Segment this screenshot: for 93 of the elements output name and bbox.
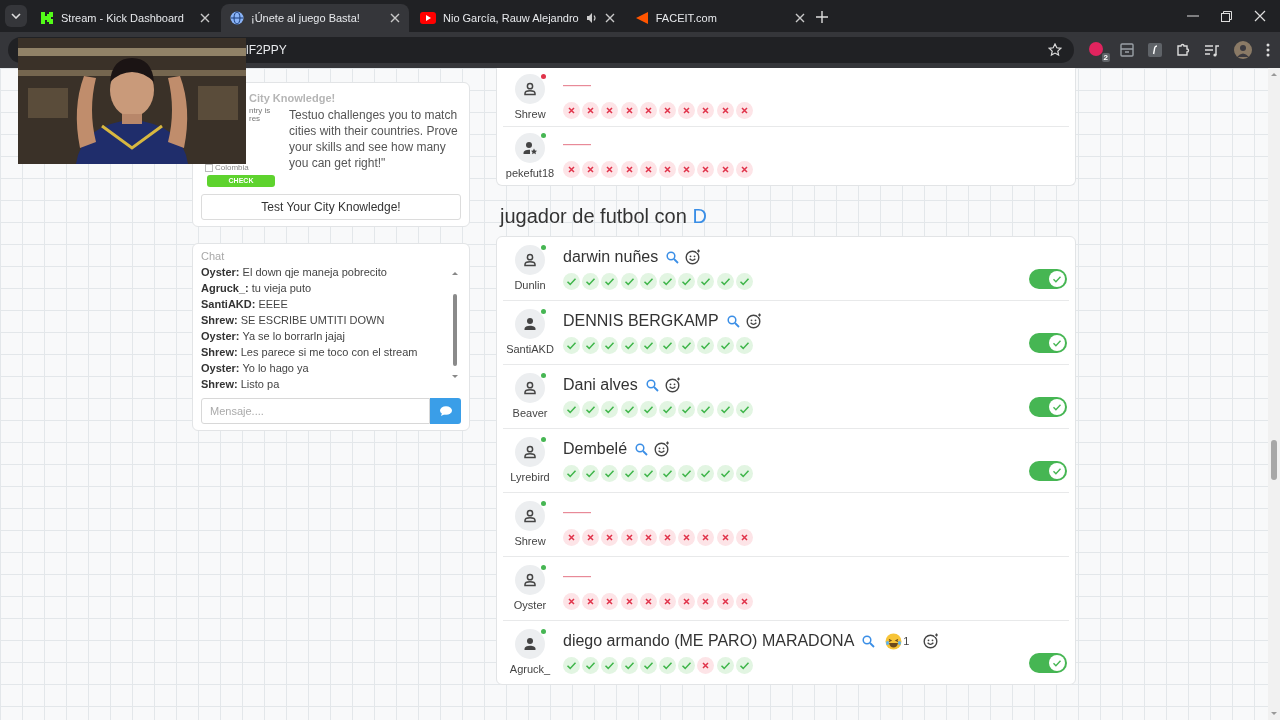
speech-bubble-icon — [439, 406, 452, 416]
category-title: jugador de futbol con — [500, 205, 687, 227]
puzzle-icon[interactable] — [1176, 42, 1191, 58]
globe-icon — [230, 11, 244, 25]
scrollbar[interactable] — [451, 270, 459, 380]
person-icon — [522, 316, 538, 332]
tab-search-button[interactable] — [5, 5, 27, 27]
username: pekefut18 — [505, 167, 555, 179]
preview-text: ntry is — [248, 107, 271, 115]
add-reaction-icon[interactable] — [923, 633, 940, 649]
username: Oyster — [513, 599, 547, 611]
answer-text: DENNIS BERGKAMP — [563, 312, 719, 330]
toggle-switch[interactable] — [1029, 397, 1067, 417]
restore-icon[interactable] — [1221, 10, 1232, 22]
answer-text: Dembelé — [563, 440, 628, 458]
message-field[interactable]: Mensaje.... — [201, 398, 430, 424]
person-star-icon — [522, 140, 538, 156]
chat-message: Shrew: Listo pa — [201, 377, 281, 392]
person-icon — [522, 380, 538, 396]
close-icon[interactable] — [794, 13, 805, 23]
toggle-switch[interactable] — [1029, 269, 1067, 289]
search-icon[interactable] — [635, 442, 649, 456]
search-icon[interactable] — [666, 250, 680, 264]
username: Beaver — [512, 407, 548, 419]
person-icon — [522, 252, 538, 268]
browser-tab[interactable]: ¡Únete al juego Basta! — [221, 4, 409, 32]
add-reaction-icon[interactable] — [685, 249, 702, 265]
card-title: City Knowledge! — [248, 91, 337, 106]
search-icon[interactable] — [726, 314, 740, 328]
username: Lyrebird — [510, 471, 550, 483]
kick-logo-icon — [40, 11, 54, 25]
laughing-emoji-icon[interactable] — [885, 632, 903, 650]
category-letter: D — [692, 205, 707, 227]
chat-message: Agruck_: tu vieja puto — [201, 281, 313, 296]
media-queue-icon[interactable] — [1205, 43, 1220, 57]
archive-icon[interactable] — [1120, 43, 1134, 57]
username: Dunlin — [514, 279, 546, 291]
close-icon[interactable] — [604, 13, 615, 23]
username: Shrew — [514, 108, 546, 120]
empty-answer-line — [563, 85, 591, 87]
answer-text: darwin nuñes — [563, 248, 659, 266]
star-icon[interactable] — [1048, 43, 1062, 57]
person-icon — [522, 81, 538, 97]
toggle-switch[interactable] — [1029, 653, 1067, 673]
chat-message: Oyster: El down qje maneja pobrecito — [201, 265, 388, 280]
browser-tab[interactable]: Nio García, Rauw Alejandro — [411, 4, 624, 32]
chat-message: SantiAKD: EEEE — [201, 297, 289, 312]
extension-icon[interactable] — [1088, 41, 1104, 57]
speaker-icon[interactable] — [585, 12, 598, 24]
video-play-icon — [420, 12, 436, 24]
chat-message: Oyster: Yo lo hago ya — [201, 361, 310, 376]
menu-icon[interactable] — [1266, 43, 1270, 57]
option-label: Colombia — [215, 163, 249, 172]
empty-answer-line — [563, 576, 591, 578]
empty-answer-line — [563, 512, 591, 514]
card-description: Testuo challenges you to match cities with their countries. Prove your skills and see how many you can get right!" — [289, 107, 459, 172]
search-icon[interactable] — [645, 378, 659, 392]
answer-text: Dani alves — [563, 376, 638, 394]
send-button[interactable] — [430, 398, 461, 424]
close-icon[interactable] — [390, 13, 400, 23]
add-reaction-icon[interactable] — [664, 377, 681, 393]
preview-text: res — [248, 115, 261, 123]
answer-text: diego armando (ME PARO) MARADONA — [563, 632, 855, 650]
chevron-down-icon — [11, 13, 21, 19]
toggle-switch[interactable] — [1029, 461, 1067, 481]
username: Shrew — [514, 535, 546, 547]
scrollbar[interactable] — [1268, 68, 1280, 720]
person-icon — [522, 444, 538, 460]
person-icon — [522, 636, 538, 652]
close-icon[interactable] — [200, 13, 210, 23]
chat-message: Oyster: Ya se lo borrarln jajaj — [201, 329, 346, 344]
reaction-count: 1 — [903, 635, 910, 647]
extension-badge: 2 — [1101, 53, 1110, 62]
browser-tab[interactable]: Stream - Kick Dashboard — [31, 4, 219, 32]
panel-title: Chat — [201, 250, 226, 262]
chat-message: Shrew: Les parece si me toco con el stream — [201, 345, 419, 360]
profile-avatar-icon[interactable] — [1234, 41, 1252, 59]
empty-answer-line — [563, 144, 591, 146]
chat-message: Shrew: SE ESCRIBE UMTITI DOWN — [201, 313, 386, 328]
script-extension-icon[interactable] — [1148, 43, 1162, 57]
browser-tab[interactable]: FACEIT.com — [625, 4, 814, 32]
person-icon — [522, 508, 538, 524]
faceit-logo-icon — [634, 11, 649, 25]
close-icon[interactable] — [1254, 10, 1266, 22]
username: Agruck_ — [509, 663, 551, 675]
new-tab-icon[interactable] — [815, 11, 828, 23]
search-icon[interactable] — [862, 634, 876, 648]
add-reaction-icon[interactable] — [745, 313, 762, 329]
toggle-switch[interactable] — [1029, 333, 1067, 353]
start-quiz-button[interactable]: Test Your City Knowledge! — [201, 194, 461, 220]
person-icon — [522, 572, 538, 588]
add-reaction-icon[interactable] — [654, 441, 671, 457]
username: SantiAKD — [506, 343, 554, 355]
